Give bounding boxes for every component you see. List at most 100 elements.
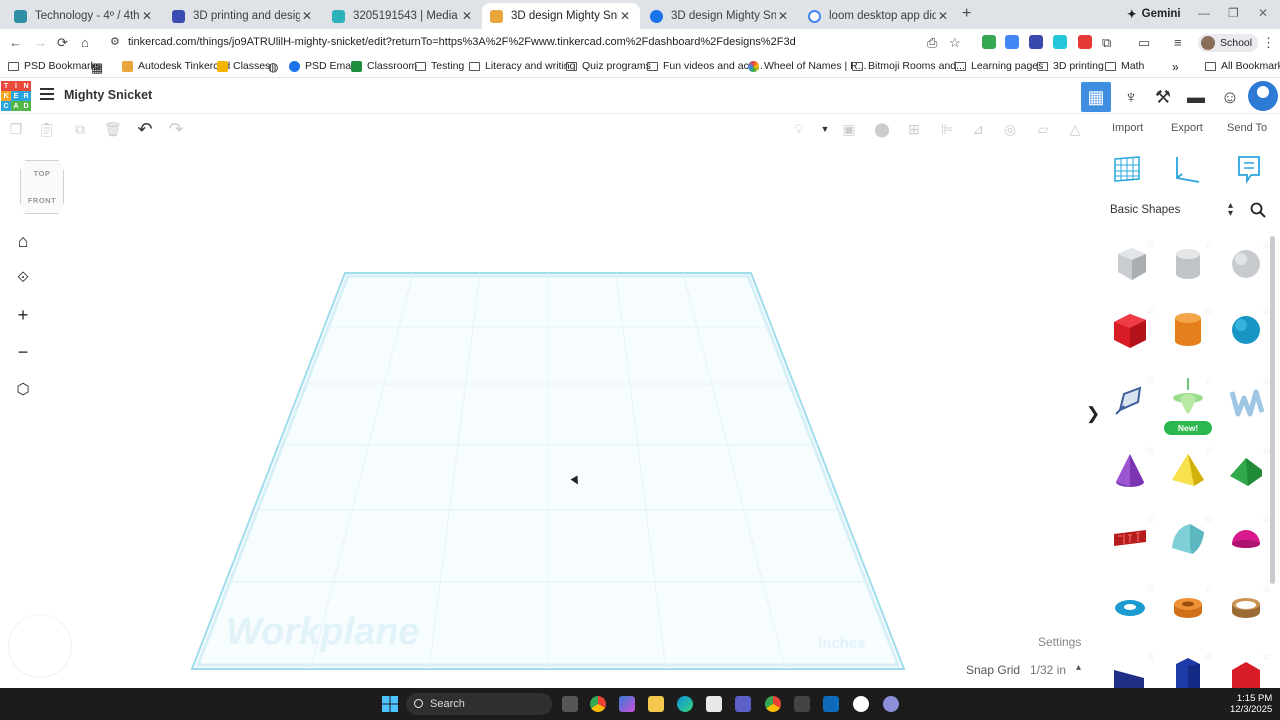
app-icon[interactable] <box>853 696 869 712</box>
close-tab-icon[interactable]: ✕ <box>140 9 154 23</box>
torus-shape[interactable] <box>1110 588 1150 628</box>
close-tab-icon[interactable]: ✕ <box>300 9 314 23</box>
favorite-star-icon[interactable]: ☆ <box>1146 240 1155 251</box>
shape-category-dropdown[interactable]: Basic Shapes <box>1110 204 1180 216</box>
align-icon[interactable]: ⊫ <box>939 121 955 137</box>
box-shape[interactable] <box>1110 310 1150 350</box>
bookmark-item[interactable]: Autodesk Tinkercad <box>122 60 230 72</box>
ungroup-icon[interactable]: ⊞ <box>906 121 922 137</box>
note-icon[interactable]: ▣ <box>841 121 857 137</box>
half-sphere-shape[interactable] <box>1226 518 1266 558</box>
bookmark-item[interactable]: PSD Bookmarks <box>8 60 101 72</box>
blocks-icon[interactable]: ♆ <box>1116 82 1146 112</box>
browser-tab[interactable]: 3D printing and design ✕ <box>164 3 322 29</box>
view-cube-top[interactable]: TOP <box>21 169 63 178</box>
favorite-star-icon[interactable]: ☆ <box>1146 306 1155 317</box>
snap-grid-dropdown-icon[interactable]: ▴ <box>1076 662 1081 673</box>
restore-icon[interactable]: ❐ <box>1228 6 1239 20</box>
cruise-icon[interactable]: ◎ <box>1002 121 1018 137</box>
favorite-star-icon[interactable]: ☆ <box>1262 376 1271 387</box>
windows-start-icon[interactable] <box>382 696 398 712</box>
half-cylinder-shape[interactable] <box>1168 518 1208 558</box>
browser-tab-active[interactable]: 3D design Mighty Snicket - Tin ✕ <box>482 3 640 29</box>
cylinder-shape[interactable] <box>1168 310 1208 350</box>
favorite-star-icon[interactable]: ☆ <box>1262 514 1271 525</box>
lessons-icon[interactable]: ▬ <box>1181 82 1211 112</box>
favorite-star-icon[interactable]: ☆ <box>1204 652 1213 663</box>
file-explorer-icon[interactable] <box>648 696 664 712</box>
close-window-icon[interactable]: ✕ <box>1258 6 1268 20</box>
notes-tool-icon[interactable] <box>1234 154 1264 184</box>
profile-button[interactable]: School <box>1198 34 1259 52</box>
chrome-profile-icon[interactable] <box>765 696 781 712</box>
3d-view-grid-icon[interactable]: ▦ <box>1081 82 1111 112</box>
site-info-icon[interactable]: ⚙ <box>110 35 120 48</box>
gemini-button[interactable]: ✦ Gemini <box>1127 7 1181 21</box>
duplicate-icon[interactable]: ⧉ <box>72 121 88 137</box>
roof-shape[interactable] <box>1226 450 1266 490</box>
add-user-icon[interactable]: ☺ <box>1215 82 1245 112</box>
bookmark-folder[interactable]: Testing <box>415 60 464 72</box>
favorite-star-icon[interactable]: ☆ <box>1262 306 1271 317</box>
import-button[interactable]: Import <box>1112 122 1143 134</box>
fit-all-icon[interactable]: ⟐ <box>12 267 34 289</box>
browser-tab[interactable]: 3205191543 | Media Preview | V ✕ <box>324 3 482 29</box>
extension-icon[interactable] <box>982 35 996 49</box>
settings-gear-icon[interactable] <box>883 696 899 712</box>
globe-icon[interactable]: ◍ <box>268 60 278 74</box>
forward-icon[interactable]: → <box>34 35 47 50</box>
bookmark-star-icon[interactable]: ☆ <box>949 35 961 51</box>
favorite-star-icon[interactable]: ☆ <box>1204 376 1213 387</box>
bookmark-item[interactable]: PSD Email <box>289 60 356 72</box>
ruler-icon[interactable]: △ <box>1067 121 1083 137</box>
system-clock[interactable]: 1:15 PM 12/3/2025 <box>1230 693 1272 715</box>
bookmark-folder[interactable]: Math <box>1105 60 1144 72</box>
taskbar-search[interactable]: Search <box>406 693 552 715</box>
apps-grid-icon[interactable]: ▦ <box>91 60 103 76</box>
zoom-out-icon[interactable]: − <box>12 341 34 363</box>
close-tab-icon[interactable]: ✕ <box>776 9 790 23</box>
favorite-star-icon[interactable]: ☆ <box>1262 652 1271 663</box>
extension-icon[interactable] <box>1078 35 1092 49</box>
edge-icon[interactable] <box>677 696 693 712</box>
bookmark-item[interactable]: Classes <box>217 60 270 72</box>
circuits-icon[interactable]: ⚒ <box>1148 82 1178 112</box>
extension-icon[interactable] <box>1005 35 1019 49</box>
tube-shape[interactable] <box>1168 588 1208 628</box>
favorite-star-icon[interactable]: ☆ <box>1146 652 1155 663</box>
browser-tab[interactable]: Technology - 4º / 4th ✕ <box>6 3 162 29</box>
cone-shape[interactable] <box>1110 450 1150 490</box>
home-icon[interactable]: ⌂ <box>81 35 89 50</box>
bookmark-folder[interactable]: Learning pages <box>955 60 1043 72</box>
workplane[interactable]: Workplane Inches <box>0 144 1100 688</box>
new-tab-icon[interactable]: + <box>962 5 971 23</box>
favorite-star-icon[interactable]: ☆ <box>1204 584 1213 595</box>
favorite-star-icon[interactable]: ☆ <box>1262 446 1271 457</box>
media-control-icon[interactable]: ≡ <box>1174 35 1182 50</box>
scrollbar[interactable] <box>1270 236 1275 584</box>
store-icon[interactable] <box>706 696 722 712</box>
ring-shape[interactable] <box>1226 588 1266 628</box>
spinning-top-shape[interactable] <box>1168 376 1208 416</box>
bookmark-folder[interactable]: Fun videos and acti... <box>647 60 763 72</box>
app-icon[interactable] <box>794 696 810 712</box>
favorite-star-icon[interactable]: ☆ <box>1262 584 1271 595</box>
copy-icon[interactable]: ❐ <box>8 121 24 137</box>
text-3d-shape[interactable] <box>1226 382 1266 422</box>
pyramid-shape[interactable] <box>1168 450 1208 490</box>
search-icon[interactable] <box>1250 202 1266 218</box>
bookmark-folder[interactable]: 3D printing <box>1037 60 1104 72</box>
category-select-icon[interactable]: ▴ ▾ <box>1228 201 1233 219</box>
user-avatar[interactable] <box>1248 81 1278 111</box>
all-bookmarks-button[interactable]: All Bookmarks <box>1205 60 1280 72</box>
extension-icon[interactable] <box>1029 35 1043 49</box>
minimize-icon[interactable]: — <box>1198 6 1210 20</box>
sphere-hole-shape[interactable] <box>1226 244 1266 284</box>
sphere-shape[interactable] <box>1226 310 1266 350</box>
favorite-star-icon[interactable]: ☆ <box>1262 240 1271 251</box>
3d-viewport[interactable]: Workplane Inches <box>0 144 1100 688</box>
close-tab-icon[interactable]: ✕ <box>460 9 474 23</box>
box-hole-shape[interactable] <box>1110 244 1150 284</box>
zoom-in-icon[interactable]: + <box>12 304 34 326</box>
extension-icon[interactable] <box>1053 35 1067 49</box>
